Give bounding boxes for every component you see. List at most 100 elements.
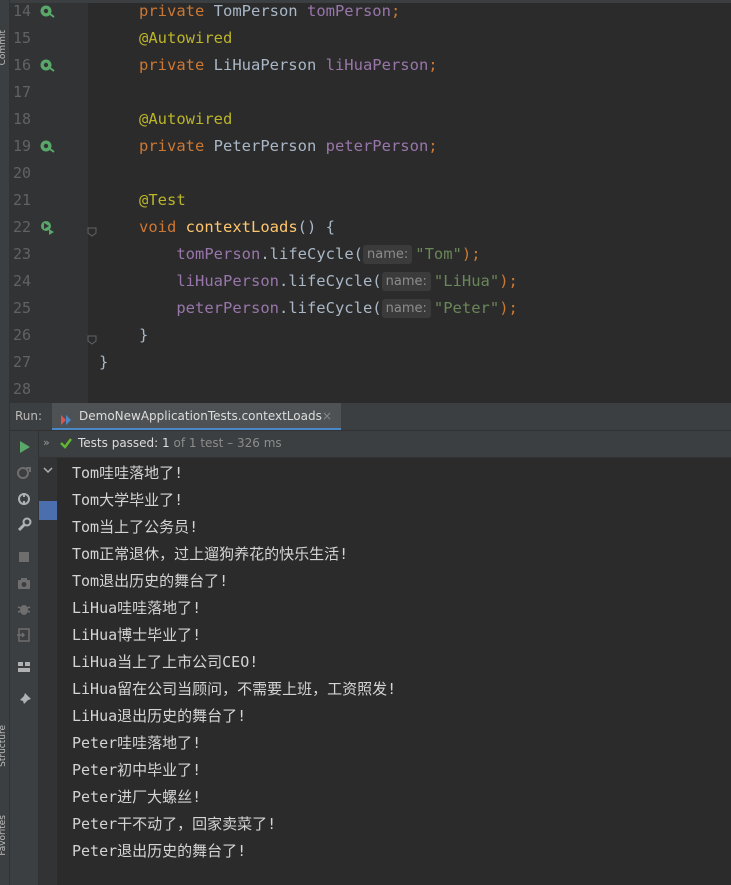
- code-line[interactable]: 17: [10, 79, 731, 106]
- code-line[interactable]: 22 void contextLoads() {: [10, 214, 731, 241]
- code-token: );: [461, 245, 481, 263]
- code-line[interactable]: 28: [10, 376, 731, 403]
- code-text: peterPerson.lifeCycle(name: "Peter");: [139, 295, 518, 322]
- code-line[interactable]: 15 @Autowired: [10, 25, 731, 52]
- code-editor[interactable]: 14 private TomPerson tomPerson; 15 @Autowir…: [10, 0, 731, 403]
- code-token: LiHuaPerson: [213, 56, 326, 74]
- code-token: );: [499, 272, 518, 290]
- line-number: 19: [13, 137, 32, 155]
- chevron-down-icon[interactable]: [42, 461, 54, 480]
- wrench-icon[interactable]: [15, 516, 33, 534]
- code-line[interactable]: 24 liHuaPerson.lifeCycle(name: "LiHua");: [10, 268, 731, 295]
- line-number: 25: [13, 299, 32, 317]
- code-token: "Tom": [415, 245, 462, 263]
- run-label: Run:: [15, 409, 43, 423]
- code-line[interactable]: 20: [10, 160, 731, 187]
- run-toolbar: [10, 431, 39, 885]
- code-line[interactable]: 26}: [10, 322, 731, 349]
- check-icon: [59, 436, 73, 453]
- console-line: Tom当上了公务员!: [72, 518, 199, 536]
- code-text: private PeterPerson peterPerson;: [139, 133, 438, 160]
- line-number: 15: [13, 29, 32, 47]
- code-token: () {: [297, 218, 335, 236]
- toggle-auto-test-icon[interactable]: [15, 490, 33, 508]
- code-token: peterPerson: [325, 137, 429, 155]
- code-line[interactable]: 16 private LiHuaPerson liHuaPerson;: [10, 52, 731, 79]
- console-line: Tom正常退休，过上遛狗养花的快乐生活!: [72, 545, 349, 563]
- code-token: liHuaPerson: [325, 56, 429, 74]
- code-line[interactable]: 25 peterPerson.lifeCycle(name: "Peter");: [10, 295, 731, 322]
- debug-icon[interactable]: [15, 600, 33, 618]
- tests-passed-count: 1: [162, 436, 170, 450]
- layout-icon[interactable]: [15, 658, 33, 676]
- console-output[interactable]: Tom哇哇落地了! Tom大学毕业了! Tom当上了公务员! Tom正常退休，过上遛狗…: [72, 460, 396, 865]
- expand-icon[interactable]: »: [43, 436, 50, 449]
- code-token: ;: [428, 137, 438, 155]
- console-line: Tom哇哇落地了!: [72, 464, 184, 482]
- fold-marker-icon[interactable]: [87, 222, 97, 237]
- line-number: 28: [13, 380, 32, 398]
- code-text: tomPerson.lifeCycle(name: "Tom");: [139, 241, 481, 268]
- camera-icon[interactable]: [15, 574, 33, 592]
- line-number: 18: [13, 110, 32, 128]
- favorites-tool-tab[interactable]: Favorites: [0, 815, 8, 856]
- stop-icon[interactable]: [15, 548, 33, 566]
- close-tab-icon[interactable]: ×: [322, 409, 332, 423]
- code-token: "Peter": [433, 299, 500, 317]
- import-tests-icon[interactable]: [15, 626, 33, 644]
- code-text: @Autowired: [139, 25, 232, 52]
- line-number: 27: [13, 353, 32, 371]
- test-config-icon: [60, 411, 72, 430]
- code-token: ;: [390, 2, 401, 20]
- fold-marker-icon[interactable]: [87, 330, 97, 345]
- code-line[interactable]: 27}: [10, 349, 731, 376]
- code-token: private: [139, 2, 214, 20]
- test-tree[interactable]: [39, 458, 57, 885]
- run-test-icon[interactable]: [39, 219, 55, 235]
- run-tab-title: DemoNewApplicationTests.contextLoads: [79, 409, 322, 423]
- code-line[interactable]: 21 @Test: [10, 187, 731, 214]
- bean-icon[interactable]: [39, 57, 55, 73]
- line-number: 26: [13, 326, 32, 344]
- code-line[interactable]: 14 private TomPerson tomPerson;: [10, 0, 731, 25]
- selected-test-node[interactable]: [39, 501, 57, 520]
- console-line: Tom退出历史的舞台了!: [72, 572, 229, 590]
- code-token: private: [139, 56, 214, 74]
- code-token: tomPerson: [306, 2, 391, 20]
- left-tool-strip: Commit Structure Favorites: [0, 0, 10, 885]
- line-number: 14: [13, 2, 32, 20]
- bean-icon[interactable]: [39, 138, 55, 154]
- line-number: 24: [13, 272, 32, 290]
- code-line[interactable]: 18 @Autowired: [10, 106, 731, 133]
- bean-icon[interactable]: [39, 3, 55, 19]
- code-token: }: [99, 353, 109, 371]
- code-token: contextLoads: [185, 218, 298, 236]
- rerun-failed-icon[interactable]: [15, 464, 33, 482]
- code-token: .lifeCycle(: [278, 299, 382, 317]
- console-line: LiHua哇哇落地了!: [72, 599, 202, 617]
- run-config-tab[interactable]: DemoNewApplicationTests.contextLoads ×: [52, 403, 341, 430]
- code-text: liHuaPerson.lifeCycle(name: "LiHua");: [139, 268, 518, 295]
- line-number: 22: [13, 218, 32, 236]
- code-token: TomPerson: [213, 2, 307, 20]
- console-line: LiHua博士毕业了!: [72, 626, 202, 644]
- code-text: private TomPerson tomPerson;: [139, 0, 400, 25]
- code-line[interactable]: 23 tomPerson.lifeCycle(name: "Tom");: [10, 241, 731, 268]
- code-token: ;: [428, 56, 438, 74]
- console-line: LiHua当上了上市公司CEO!: [72, 653, 259, 671]
- code-text: void contextLoads() {: [139, 214, 335, 241]
- code-line[interactable]: 19 private PeterPerson peterPerson;: [10, 133, 731, 160]
- code-token: }: [139, 326, 149, 344]
- code-token: liHuaPerson: [139, 272, 279, 290]
- commit-tool-tab[interactable]: Commit: [0, 30, 8, 65]
- code-token: PeterPerson: [213, 137, 326, 155]
- tests-passed-label: Tests passed:: [78, 436, 163, 450]
- rerun-icon[interactable]: [15, 438, 33, 456]
- structure-tool-tab[interactable]: Structure: [0, 725, 8, 767]
- parameter-hint: name:: [362, 245, 413, 264]
- line-number: 17: [13, 83, 32, 101]
- line-number: 20: [13, 164, 32, 182]
- pin-icon[interactable]: [15, 691, 33, 709]
- code-text: @Autowired: [139, 106, 232, 133]
- console-line: Peter初中毕业了!: [72, 761, 202, 779]
